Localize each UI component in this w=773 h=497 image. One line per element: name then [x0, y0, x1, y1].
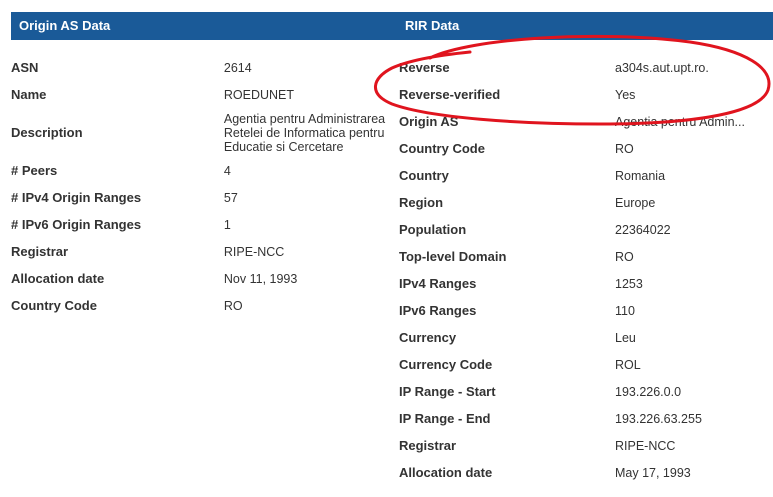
- row-value: Nov 11, 1993: [223, 271, 298, 286]
- table-row: IP Range - End 193.226.63.255: [399, 405, 770, 432]
- origin-as-panel: Origin AS Data ASN 2614 Name ROEDUNET De…: [11, 12, 399, 319]
- row-value: 57: [223, 190, 238, 205]
- row-key: IP Range - End: [399, 411, 491, 426]
- row-key: Population: [399, 222, 467, 237]
- row-key: Country: [399, 168, 449, 183]
- description-line: Educatie si Cercetare: [223, 139, 344, 154]
- row-key: Allocation date: [11, 271, 105, 286]
- page: Origin AS Data ASN 2614 Name ROEDUNET De…: [0, 0, 773, 497]
- row-value: 1253: [615, 276, 643, 291]
- row-key: Registrar: [399, 438, 457, 453]
- table-row: Top-level Domain RO: [399, 243, 770, 270]
- row-value: 22364022: [615, 222, 671, 237]
- row-key: IPv6 Ranges: [399, 303, 477, 318]
- row-value[interactable]: Agentia pentru Admin...: [615, 108, 770, 135]
- row-value: RO: [615, 141, 634, 156]
- row-key: # IPv6 Origin Ranges: [11, 217, 142, 232]
- table-row: Origin AS Agentia pentru Admin...: [399, 108, 770, 135]
- row-key: ASN: [11, 60, 39, 75]
- description-line: Agentia pentru Administrarea: [223, 111, 386, 126]
- origin-as-table: ASN 2614 Name ROEDUNET Description Agent…: [11, 54, 387, 319]
- row-value: RIPE-NCC: [615, 438, 676, 453]
- table-row: IP Range - Start 193.226.0.0: [399, 378, 770, 405]
- row-value: Europe: [615, 195, 656, 210]
- origin-as-link[interactable]: Agentia pentru Admin...: [615, 115, 755, 129]
- row-key: Top-level Domain: [399, 249, 507, 264]
- table-row: Country Romania: [399, 162, 770, 189]
- row-key: Reverse-verified: [399, 87, 501, 102]
- row-key: IP Range - Start: [399, 384, 496, 399]
- row-value: 2614: [223, 60, 252, 75]
- row-key: Description: [11, 125, 83, 140]
- table-row: # IPv6 Origin Ranges 1: [11, 211, 387, 238]
- table-row: Allocation date Nov 11, 1993: [11, 265, 387, 292]
- table-row: IPv4 Ranges 1253: [399, 270, 770, 297]
- row-key: IPv4 Ranges: [399, 276, 477, 291]
- table-row: Reverse-verified Yes: [399, 81, 770, 108]
- row-value: 193.226.0.0: [615, 384, 682, 399]
- row-value: 193.226.63.255: [615, 411, 702, 426]
- row-value: 110: [615, 303, 635, 318]
- table-row: IPv6 Ranges 110: [399, 297, 770, 324]
- row-value: ROEDUNET: [223, 87, 295, 102]
- rir-data-header: RIR Data: [399, 12, 773, 40]
- table-row: Allocation date May 17, 1993: [399, 459, 770, 486]
- table-row: Registrar RIPE-NCC: [399, 432, 770, 459]
- row-value: Romania: [615, 168, 666, 183]
- table-row: Registrar RIPE-NCC: [11, 238, 387, 265]
- table-row: Region Europe: [399, 189, 770, 216]
- row-key: Currency: [399, 330, 457, 345]
- row-value: RO: [615, 249, 634, 264]
- table-row: Currency Leu: [399, 324, 770, 351]
- row-key: Allocation date: [399, 465, 493, 480]
- row-key: Currency Code: [399, 357, 493, 372]
- description-line: Retelei de Informatica pentru: [223, 125, 385, 140]
- row-value: RO: [223, 298, 243, 313]
- row-value: a304s.aut.upt.ro.: [615, 60, 709, 75]
- table-row: # IPv4 Origin Ranges 57: [11, 184, 387, 211]
- table-row: # Peers 4: [11, 157, 387, 184]
- row-key: # IPv4 Origin Ranges: [11, 190, 142, 205]
- row-key: Country Code: [399, 141, 485, 156]
- row-value: 4: [223, 163, 231, 178]
- rir-data-panel: RIR Data Reverse a304s.aut.upt.ro. Rever…: [399, 12, 773, 486]
- row-key: Country Code: [11, 298, 97, 313]
- row-key: Name: [11, 87, 47, 102]
- table-row: Country Code RO: [11, 292, 387, 319]
- row-key: # Peers: [11, 163, 58, 178]
- row-value: May 17, 1993: [615, 465, 691, 480]
- table-row: Population 22364022: [399, 216, 770, 243]
- row-value: RIPE-NCC: [223, 244, 285, 259]
- table-row: Currency Code ROL: [399, 351, 770, 378]
- row-key: Registrar: [11, 244, 69, 259]
- table-row: Reverse a304s.aut.upt.ro.: [399, 54, 770, 81]
- row-value: Leu: [615, 330, 636, 345]
- row-key: Origin AS: [399, 114, 459, 129]
- table-row: ASN 2614: [11, 54, 387, 81]
- origin-as-header: Origin AS Data: [11, 12, 399, 40]
- table-row: Name ROEDUNET: [11, 81, 387, 108]
- table-row: Country Code RO: [399, 135, 770, 162]
- row-key: Region: [399, 195, 444, 210]
- description-value: Agentia pentru Administrarea Retelei de …: [224, 108, 387, 157]
- row-value: 1: [223, 217, 231, 232]
- row-value: ROL: [615, 357, 641, 372]
- table-row: Description Agentia pentru Administrarea…: [11, 108, 387, 157]
- row-value: Yes: [615, 87, 636, 102]
- row-key: Reverse: [399, 60, 450, 75]
- rir-data-table: Reverse a304s.aut.upt.ro. Reverse-verifi…: [399, 54, 770, 486]
